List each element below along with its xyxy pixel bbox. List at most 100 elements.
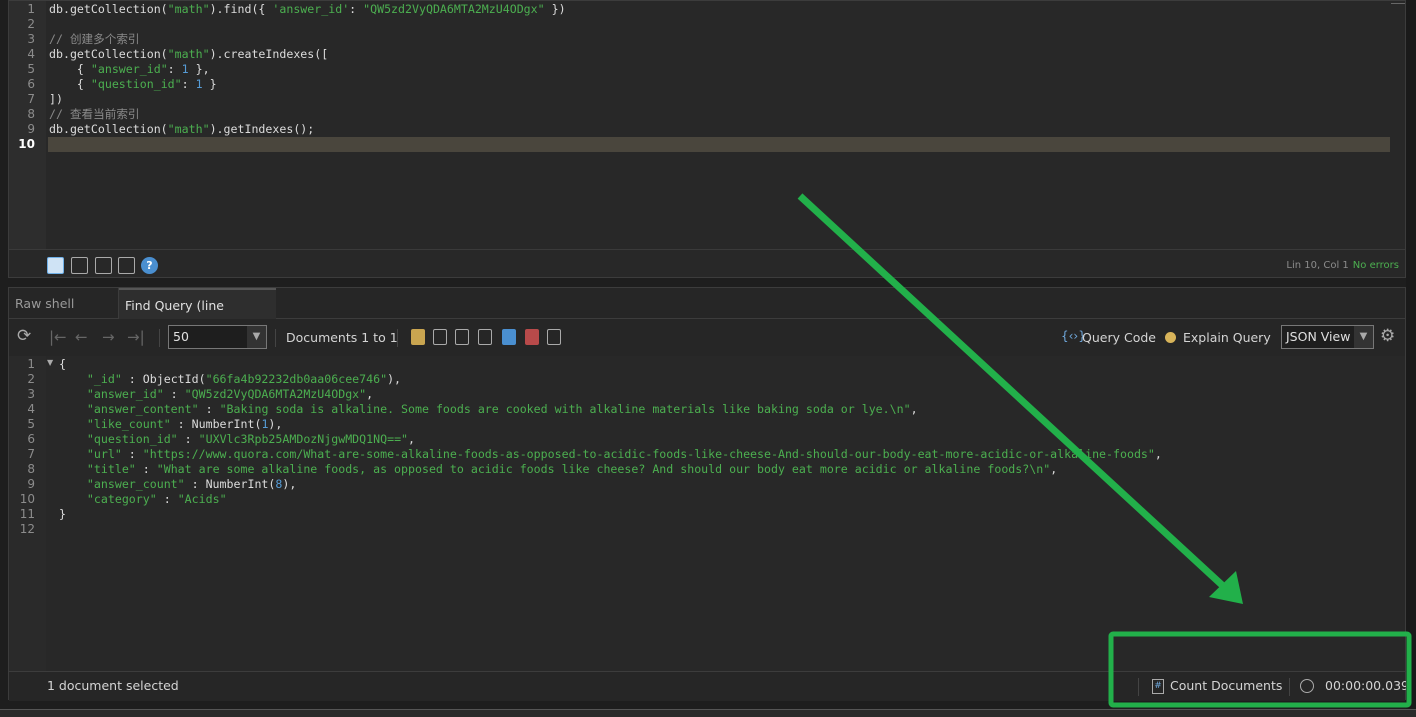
- elapsed-time: 00:00:00.039: [1325, 678, 1409, 693]
- view-document-icon[interactable]: [547, 329, 561, 345]
- code-line: }: [59, 507, 66, 522]
- cursor-position: Lin 10, Col 1: [1286, 260, 1349, 271]
- code-line: db.getCollection("math").find({ 'answer_…: [49, 2, 566, 17]
- query-editor[interactable]: 1 2 3 4 5 6 7 8 9 10 db.getCollection("math").fin…: [8, 0, 1406, 278]
- next-page-icon[interactable]: →: [102, 328, 115, 346]
- code-line: "like_count" : NumberInt(1),: [59, 417, 282, 432]
- code-line: // 创建多个索引: [49, 32, 140, 47]
- line-number: 9: [27, 477, 35, 491]
- query-code-button[interactable]: Query Code: [1082, 330, 1156, 345]
- code-token: ).createIndexes([: [209, 47, 329, 61]
- results-status-bar: 1 document selected # Count Documents 00…: [9, 671, 1409, 701]
- code-token: 1: [181, 62, 189, 76]
- code-token: ,: [1050, 462, 1058, 476]
- code-line: "question_id" : "UXVlc3Rpb25AMDozNjgwMDQ…: [59, 432, 415, 447]
- code-token: db.getCollection(: [49, 2, 168, 16]
- line-number: 4: [27, 402, 35, 416]
- code-token: "https://www.quora.com/What-are-some-alk…: [142, 447, 1155, 461]
- count-documents-icon: #: [1152, 679, 1164, 694]
- page-size-select[interactable]: 50 ▼: [168, 325, 267, 349]
- window-edge: [1406, 0, 1416, 717]
- lightbulb-icon: [1165, 332, 1176, 343]
- validate-icon[interactable]: [502, 329, 516, 345]
- code-token: },: [188, 62, 210, 76]
- line-number: 2: [27, 372, 35, 386]
- line-number: 6: [27, 432, 35, 446]
- documents-range: Documents 1 to 1: [286, 330, 398, 345]
- execute-icon[interactable]: [47, 257, 64, 274]
- result-tabs: Raw shell output Find Query (line 1)✎✕: [9, 288, 1405, 344]
- current-line-highlight: [48, 137, 1390, 152]
- code-token: }: [59, 507, 66, 521]
- code-token: "_id": [59, 372, 122, 386]
- code-line: "category" : "Acids": [59, 492, 227, 507]
- code-token: :: [163, 387, 185, 401]
- refresh-icon[interactable]: ⟳: [17, 326, 31, 346]
- clone-document-icon[interactable]: [455, 329, 469, 345]
- code-token: :: [167, 62, 182, 76]
- results-panel: Raw shell output Find Query (line 1)✎✕ ⟳…: [8, 287, 1409, 701]
- code-token: // 查看当前索引: [49, 107, 140, 121]
- lock-icon[interactable]: [411, 329, 425, 345]
- code-token: "Baking soda is alkaline. Some foods are…: [219, 402, 911, 416]
- chevron-down-icon: ▼: [1354, 326, 1373, 348]
- tab-find-query[interactable]: Find Query (line 1)✎✕: [119, 288, 276, 344]
- code-token: ,: [1154, 447, 1162, 461]
- code-token: ).find({: [209, 2, 273, 16]
- code-token: : NumberInt(: [170, 417, 262, 431]
- code-line: "_id" : ObjectId("66fa4b92232db0aa06cee7…: [59, 372, 401, 387]
- code-line: "answer_count" : NumberInt(8),: [59, 477, 296, 492]
- first-page-icon[interactable]: |←: [49, 328, 67, 346]
- help-icon[interactable]: ?: [141, 257, 158, 274]
- line-number: 6: [27, 77, 35, 91]
- line-number: 4: [27, 47, 35, 61]
- code-token: }: [202, 77, 217, 91]
- code-token: :: [198, 402, 220, 416]
- count-documents-button[interactable]: Count Documents: [1170, 672, 1282, 700]
- code-line: "title" : "What are some alkaline foods,…: [59, 462, 1057, 477]
- line-number: 10: [19, 492, 35, 506]
- view-mode-select[interactable]: JSON View ▼: [1281, 325, 1374, 349]
- code-token: "title": [59, 462, 136, 476]
- results-toolbar: ⟳ |← ← → →| 50 ▼ Documents 1 to 1 {‹›} Qu…: [9, 319, 1405, 356]
- add-document-icon[interactable]: [433, 329, 447, 345]
- editor-toolbar: ? Lin 10, Col 1 No errors: [9, 249, 1405, 278]
- gear-icon[interactable]: ⚙: [1380, 326, 1395, 346]
- code-token: "math": [167, 47, 210, 61]
- code-token: }): [544, 2, 566, 16]
- outdent-icon[interactable]: [118, 257, 135, 274]
- explain-query-button[interactable]: Explain Query: [1183, 330, 1271, 345]
- code-token: ),: [282, 477, 297, 491]
- line-number: 7: [27, 447, 35, 461]
- code-token: :: [121, 447, 143, 461]
- code-token: :: [181, 77, 196, 91]
- indent-icon[interactable]: [95, 257, 112, 274]
- edit-document-icon[interactable]: [478, 329, 492, 345]
- editor-scrollbar[interactable]: [1391, 3, 1405, 11]
- line-number: 10: [18, 137, 35, 151]
- code-token: // 创建多个索引: [49, 32, 140, 46]
- code-token: ,: [408, 432, 416, 446]
- code-token: {: [49, 77, 91, 91]
- line-number: 5: [27, 62, 35, 76]
- code-token: "url": [59, 447, 122, 461]
- tab-raw-shell-output[interactable]: Raw shell output: [9, 288, 119, 342]
- code-token: "QW5zd2VyQDA6MTA2MzU4ODgx": [363, 2, 545, 16]
- delete-document-icon[interactable]: [525, 329, 539, 345]
- line-number: 12: [19, 522, 35, 536]
- code-token: "math": [167, 2, 210, 16]
- code-line: { "question_id": 1 }: [49, 77, 217, 92]
- format-icon[interactable]: [71, 257, 88, 274]
- last-page-icon[interactable]: →|: [127, 328, 145, 346]
- line-number: 7: [27, 92, 35, 106]
- previous-page-icon[interactable]: ←: [75, 328, 88, 346]
- code-token: "QW5zd2VyQDA6MTA2MzU4ODgx": [184, 387, 367, 401]
- fold-toggle-icon[interactable]: ▼: [47, 358, 53, 367]
- code-token: ,: [910, 402, 918, 416]
- code-token: "question_id": [59, 432, 178, 446]
- code-token: 'answer_id': [272, 2, 350, 16]
- code-token: ,: [366, 387, 374, 401]
- code-token: : NumberInt(: [184, 477, 276, 491]
- line-number: 1: [27, 357, 35, 371]
- code-line: "answer_id" : "QW5zd2VyQDA6MTA2MzU4ODgx"…: [59, 387, 373, 402]
